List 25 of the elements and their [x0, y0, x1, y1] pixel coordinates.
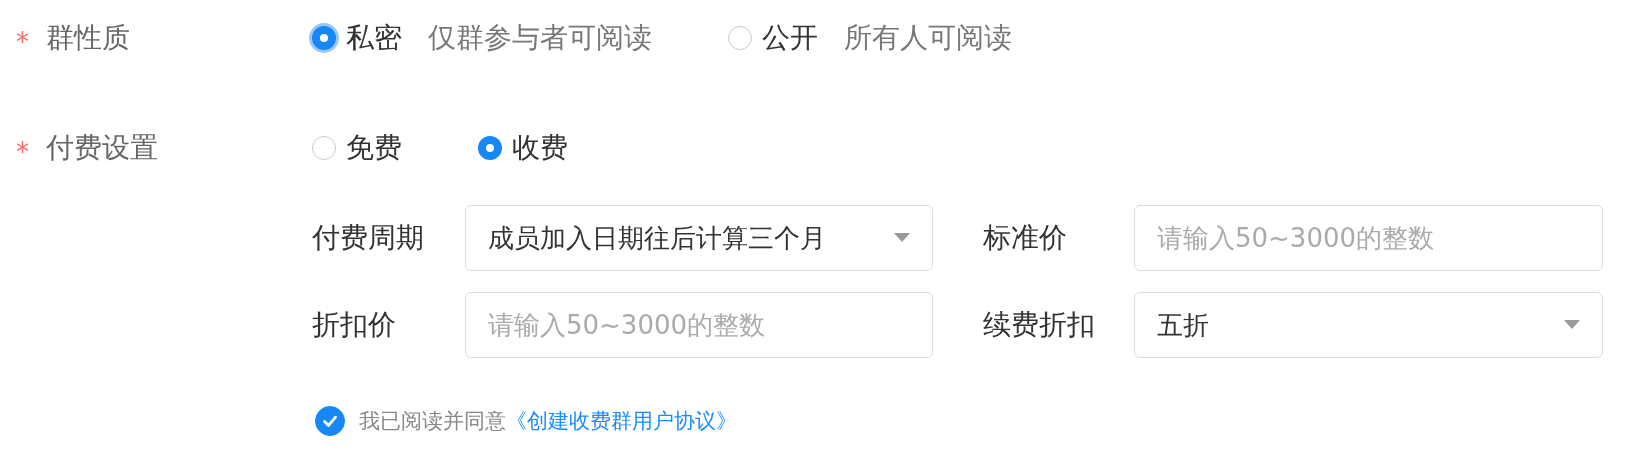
field-label: 付费设置 [46, 130, 158, 166]
option-description: 所有人可阅读 [844, 20, 1012, 56]
radio-button[interactable] [312, 136, 336, 160]
required-mark: * [16, 26, 30, 57]
dropdown[interactable]: 成员加入日期往后计算三个月 [465, 205, 933, 271]
radio-button[interactable] [478, 136, 502, 160]
agreement-text: 我已阅读并同意 [359, 408, 506, 435]
caret-icon [1564, 320, 1580, 330]
option-description: 仅群参与者可阅读 [428, 20, 652, 56]
radio-button[interactable] [728, 26, 752, 50]
input-field[interactable]: 请输入50~3000的整数 [465, 292, 933, 358]
field-label: 群性质 [46, 20, 130, 56]
caret-icon [894, 233, 910, 243]
fee-label: 标准价 [983, 220, 1068, 256]
option-label[interactable]: 公开 [762, 19, 818, 57]
fee-label: 续费折扣 [983, 307, 1096, 343]
fee-label: 付费周期 [312, 220, 425, 256]
option-label[interactable]: 免费 [346, 129, 402, 167]
input-field[interactable]: 请输入50~3000的整数 [1134, 205, 1603, 271]
dropdown[interactable]: 五折 [1134, 292, 1603, 358]
required-mark: * [16, 136, 30, 167]
fee-label: 折扣价 [312, 307, 397, 343]
option-label[interactable]: 私密 [346, 19, 402, 57]
option-label[interactable]: 收费 [512, 129, 568, 167]
checkbox[interactable] [315, 406, 345, 436]
